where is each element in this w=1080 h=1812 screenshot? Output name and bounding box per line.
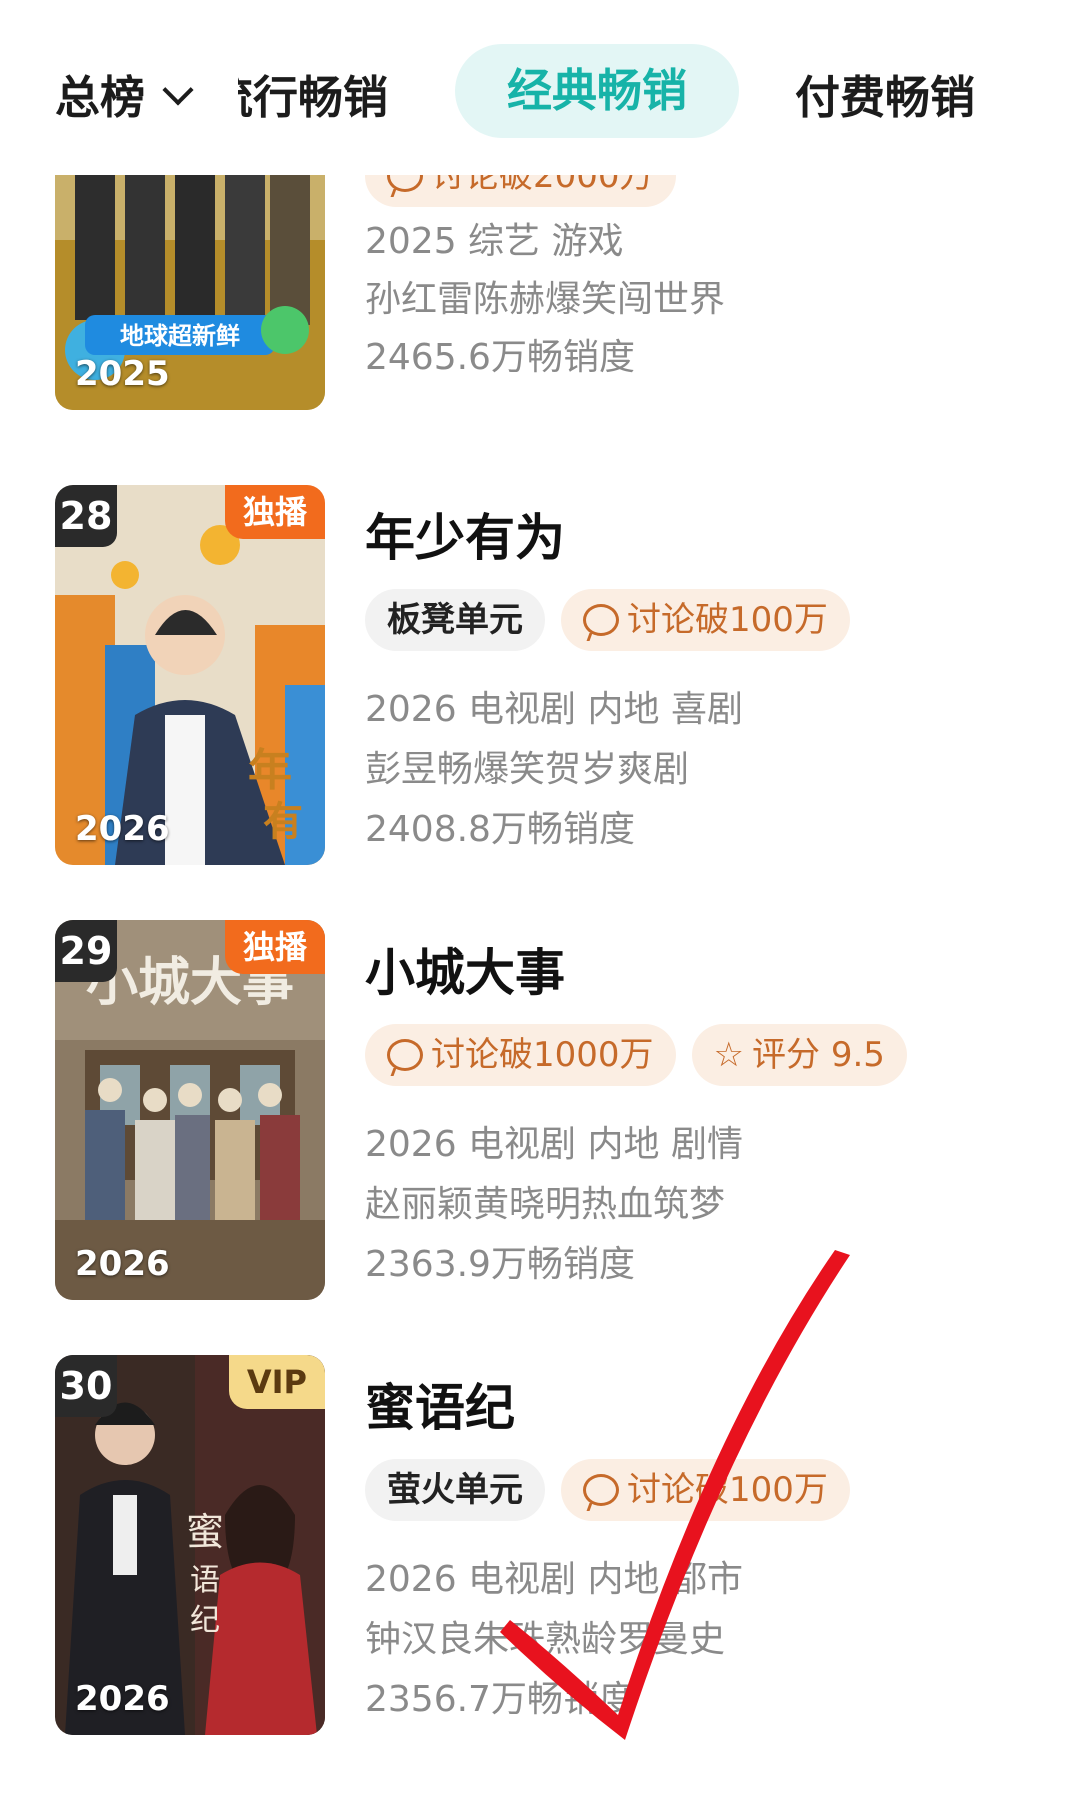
comment-bubble-icon bbox=[583, 604, 619, 636]
meta-genre: 2026 电视剧 内地 喜剧 bbox=[365, 689, 743, 730]
meta-tagline: 赵丽颖黄晓明热血筑梦 bbox=[365, 1184, 726, 1225]
svg-text:地球超新鲜: 地球超新鲜 bbox=[120, 322, 240, 350]
meta-tagline: 彭昱畅爆笑贺岁爽剧 bbox=[365, 749, 690, 790]
vip-badge: VIP bbox=[228, 1355, 325, 1409]
chevron-down-icon bbox=[162, 74, 194, 106]
tab-paid-bestseller[interactable]: 付费畅销 bbox=[795, 58, 975, 138]
discussion-tag: 讨论破100万 bbox=[561, 589, 850, 651]
poster-year: 2026 bbox=[75, 809, 170, 849]
exclusive-badge: 独播 bbox=[224, 485, 325, 539]
tab-overall-label: 总榜 bbox=[55, 71, 146, 124]
meta-genre: 2025 综艺 游戏 bbox=[365, 221, 624, 262]
poster-image[interactable]: 年 有 28 独播 2026 bbox=[55, 485, 325, 865]
unit-tag[interactable]: 萤火单元 bbox=[365, 1459, 545, 1521]
item-title[interactable]: 年少有为 bbox=[365, 498, 565, 570]
meta-genre: 2026 电视剧 内地 都市 bbox=[365, 1559, 743, 1600]
tag-row: 讨论破1000万 ☆ 评分 9.5 bbox=[365, 1024, 907, 1086]
discussion-tag-label: 讨论破100万 bbox=[627, 600, 828, 640]
svg-text:年: 年 bbox=[248, 745, 292, 796]
poster-year: 2026 bbox=[75, 1679, 170, 1719]
rating-tag-label: 评分 9.5 bbox=[752, 1035, 885, 1075]
poster-year: 2026 bbox=[75, 1244, 170, 1284]
item-title[interactable]: 蜜语纪 bbox=[365, 1368, 515, 1440]
svg-text:纪: 纪 bbox=[190, 1603, 220, 1638]
tab-overall[interactable]: 总榜 bbox=[55, 58, 194, 138]
meta-tagline: 孙红雷陈赫爆笑闯世界 bbox=[365, 279, 726, 320]
sales-value: 2408.8万畅销度 bbox=[365, 809, 635, 850]
rank-badge: 28 bbox=[55, 485, 117, 547]
discussion-tag-label: 讨论破1000万 bbox=[431, 1035, 654, 1075]
star-icon: ☆ bbox=[713, 1035, 745, 1075]
tag-row: 板凳单元 讨论破100万 bbox=[365, 589, 850, 651]
rank-badge: 29 bbox=[55, 920, 117, 982]
rank-badge: 30 bbox=[55, 1355, 117, 1417]
comment-bubble-icon bbox=[387, 1039, 423, 1071]
svg-text:语: 语 bbox=[190, 1563, 220, 1598]
tag-row: 萤火单元 讨论破100万 bbox=[365, 1459, 850, 1521]
tab-classic-bestseller[interactable]: 经典畅销 bbox=[455, 44, 739, 138]
meta-genre: 2026 电视剧 内地 剧情 bbox=[365, 1124, 743, 1165]
ranking-tabs: 总榜 流行畅销 经典畅销 付费畅销 bbox=[0, 0, 1080, 175]
svg-text:有: 有 bbox=[263, 798, 303, 845]
poster-year: 2025 bbox=[75, 354, 170, 394]
sales-value: 2356.7万畅销度 bbox=[365, 1679, 635, 1720]
comment-bubble-icon bbox=[583, 1474, 619, 1506]
rating-tag: ☆ 评分 9.5 bbox=[691, 1024, 907, 1086]
tab-popular-bestseller[interactable]: 流行畅销 bbox=[238, 58, 416, 138]
discussion-tag: 讨论破1000万 bbox=[365, 1024, 676, 1086]
svg-text:蜜: 蜜 bbox=[186, 1510, 224, 1554]
unit-tag[interactable]: 板凳单元 bbox=[365, 589, 545, 651]
discussion-tag-label: 讨论破100万 bbox=[627, 1470, 828, 1510]
tab-popular-label: 流行畅销 bbox=[238, 71, 389, 124]
exclusive-badge: 独播 bbox=[224, 920, 325, 974]
poster-image[interactable]: 蜜 语 纪 30 VIP 2026 bbox=[55, 1355, 325, 1735]
poster-image[interactable]: 小城大事 29 独播 2026 bbox=[55, 920, 325, 1300]
item-title[interactable]: 小城大事 bbox=[365, 933, 565, 1005]
discussion-tag: 讨论破100万 bbox=[561, 1459, 850, 1521]
meta-tagline: 钟汉良朱珠熟龄罗曼史 bbox=[365, 1619, 726, 1660]
sales-value: 2465.6万畅销度 bbox=[365, 337, 635, 378]
sales-value: 2363.9万畅销度 bbox=[365, 1244, 635, 1285]
